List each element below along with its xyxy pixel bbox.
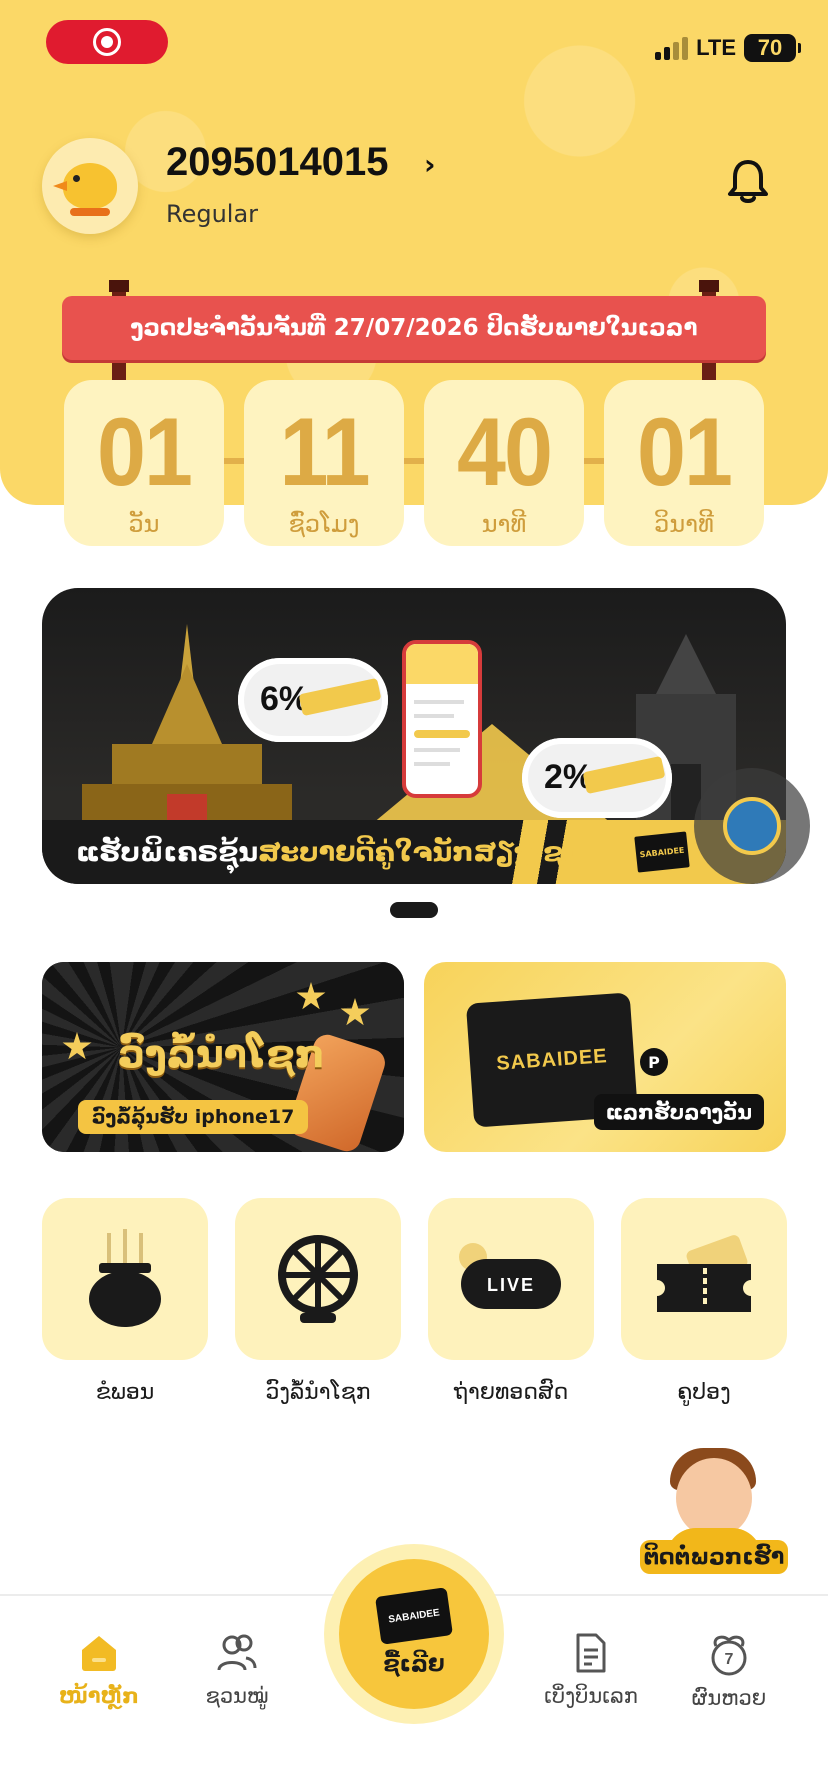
bell-icon[interactable] (726, 158, 770, 206)
chick-icon (63, 163, 117, 209)
countdown-label: ນາທີ (481, 510, 527, 538)
carousel-indicator[interactable] (390, 902, 438, 918)
countdown-minutes: 40 ນາທີ (424, 380, 584, 546)
contact-support-label: ຕິດຕໍ່ພວກເຮົາ (640, 1540, 788, 1574)
ticket-tag (582, 755, 666, 795)
countdown-value: 11 (279, 397, 370, 506)
cashback-cloud-1: 6% (238, 658, 388, 742)
quick-menu-label: ຄູປອງ (677, 1380, 731, 1405)
quick-menu-wheel[interactable] (235, 1198, 401, 1360)
wheel-icon (278, 1235, 358, 1323)
coupon-icon (657, 1235, 751, 1312)
buy-now-label: ຊື້ເລີຍ (383, 1651, 445, 1677)
quick-menu-label: ຖ່າຍທອດສົດ (453, 1380, 569, 1405)
signal-icon (655, 36, 689, 60)
battery-icon: 70 (744, 34, 801, 62)
nav-label: ໜ້າຫຼັກ (59, 1684, 139, 1708)
nav-label: ເບິ່ງບິນເລກ (544, 1684, 638, 1708)
promo-caption-part1: ແຮັບພິເຄຣຊຸ້ນ (76, 836, 259, 868)
countdown-value: 01 (97, 397, 193, 506)
buy-now-inner: SABAIDEE ຊື້ເລີຍ (339, 1559, 489, 1709)
points-icon: P (640, 1048, 668, 1076)
document-icon (576, 1633, 606, 1673)
sabaidee-brand: SABAIDEE (495, 1044, 609, 1075)
support-agent-face (676, 1458, 752, 1538)
countdown-label: ວັນ (128, 510, 160, 538)
nav-tickets[interactable]: ເບິ່ງບິນເລກ (526, 1632, 656, 1708)
pot-icon (89, 1229, 161, 1327)
nav-label: ຜົນຫວຍ (691, 1686, 767, 1710)
network-type: LTE (696, 35, 736, 60)
chick-feet (70, 208, 110, 216)
screen-record-indicator[interactable] (46, 20, 168, 64)
contact-support-button[interactable]: ຕິດຕໍ່ພວກເຮົາ (640, 1444, 788, 1574)
nav-invite[interactable]: ຊວນໝູ່ (172, 1632, 302, 1708)
draw-banner: ງວດປະຈຳວັນຈັນທີ່ 27/07/2026 ປິດຮັບພາຍໃນເ… (62, 296, 766, 360)
nav-results[interactable]: 7 ຜົນຫວຍ (664, 1632, 794, 1710)
ticket-tag (298, 677, 382, 717)
reward-exchange-card[interactable]: SABAIDEE P ແລກຮັບລາງວັນ (424, 962, 786, 1152)
quick-menu-blessing[interactable] (42, 1198, 208, 1360)
quick-menu-live[interactable]: LIVE (428, 1198, 594, 1360)
live-icon: LIVE (459, 1243, 561, 1309)
record-icon (93, 28, 121, 56)
buy-now-button[interactable]: SABAIDEE ຊື້ເລີຍ (324, 1544, 504, 1724)
user-tier: Regular (166, 200, 259, 228)
svg-text:LIVE: LIVE (487, 1275, 535, 1295)
nav-label: ຊວນໝູ່ (205, 1684, 269, 1708)
floating-event-button[interactable] (694, 768, 810, 884)
cashback-cloud-2: 2% (522, 738, 672, 818)
lucky-wheel-card[interactable]: ວົງລໍ້ນຳໂຊກ ວົງລໍ້ລຸ້ນຮັບ iphone17 (42, 962, 404, 1152)
phone-illustration (402, 640, 482, 798)
sabaidee-card-mini: SABAIDEE (632, 829, 692, 875)
chevron-right-icon[interactable]: › (424, 148, 436, 181)
countdown-value: 40 (457, 397, 553, 506)
event-badge-icon (723, 797, 781, 855)
quick-menu-coupon[interactable] (621, 1198, 787, 1360)
status-bar-right: LTE 70 (655, 34, 801, 62)
promo-caption-part2: ສະບາຍດີຄູ່ໃຈນັກສຽງໂຊກ (258, 836, 585, 868)
nav-home[interactable]: ໜ້າຫຼັກ (34, 1632, 164, 1708)
friends-icon (217, 1634, 257, 1671)
countdown-label: ຊົ່ວໂມງ (288, 510, 360, 538)
quick-menu-label: ວົງລໍ້ນຳໂຊກ (265, 1380, 371, 1405)
countdown-seconds: 01 ວິນາທີ (604, 380, 764, 546)
svg-text:7: 7 (725, 1651, 734, 1668)
home-icon (82, 1636, 116, 1671)
promo-caption: ແຮັບພິເຄຣຊຸ້ນສະບາຍດີຄູ່ໃຈນັກສຽງໂຊກ (76, 837, 585, 868)
ticket-icon: SABAIDEE (375, 1586, 453, 1645)
lucky-wheel-cta[interactable]: ວົງລໍ້ລຸ້ນຮັບ iphone17 (78, 1100, 309, 1134)
quick-menu-label: ຂໍພອນ (95, 1380, 155, 1405)
countdown-value: 01 (637, 397, 733, 506)
lottery-ball-icon: 7 (711, 1635, 747, 1676)
countdown-days: 01 ວັນ (64, 380, 224, 546)
reward-exchange-cta[interactable]: ແລກຮັບລາງວັນ (593, 1094, 764, 1130)
user-id[interactable]: 2095014015 (166, 140, 388, 185)
promo-carousel[interactable]: 6% 2% ແຮັບພິເຄຣຊຸ້ນສະບາຍດີຄູ່ໃຈນັກສຽງໂຊກ… (42, 588, 786, 884)
avatar[interactable] (42, 138, 138, 234)
lucky-wheel-title: ວົງລໍ້ນຳໂຊກ (118, 1032, 325, 1076)
countdown-timer: 01 ວັນ 11 ຊົ່ວໂມງ 40 ນາທີ 01 ວິນາທີ (64, 380, 764, 546)
countdown-hours: 11 ຊົ່ວໂມງ (244, 380, 404, 546)
countdown-label: ວິນາທີ (654, 510, 714, 538)
